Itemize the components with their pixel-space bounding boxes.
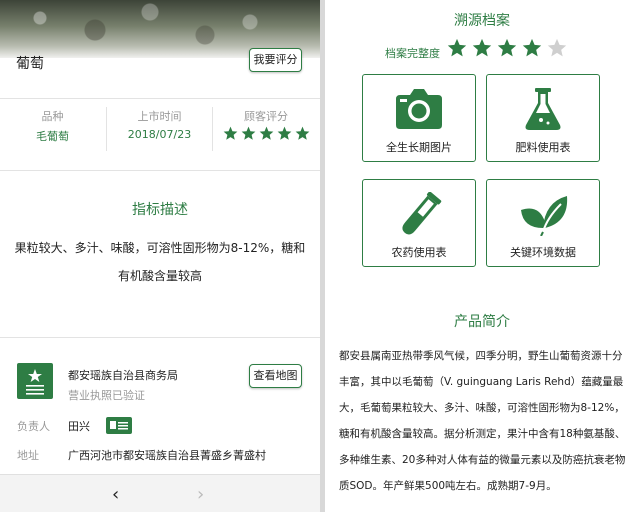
rating-info: 顾客评分: [212, 108, 320, 141]
back-arrow-icon[interactable]: ‹: [112, 484, 119, 505]
rate-button[interactable]: 我要评分: [249, 48, 302, 72]
indicator-title: 指标描述: [132, 202, 188, 218]
flask-icon: [525, 88, 561, 130]
variety-label: 品种: [41, 110, 64, 123]
view-map-button[interactable]: 查看地图: [249, 364, 302, 388]
owner-value: 田兴: [68, 420, 90, 433]
growth-photos-card[interactable]: 全生长期图片: [362, 74, 476, 162]
star-icon: [277, 126, 291, 140]
id-card-icon[interactable]: [106, 417, 132, 434]
address-label: 地址: [17, 449, 39, 462]
organization-name: 都安瑶族自治县商务局: [68, 369, 178, 382]
variety-info: 品种 毛葡萄: [0, 108, 105, 144]
launch-info: 上市时间 2018/07/23: [107, 108, 212, 141]
trace-archive-title: 溯源档案: [454, 13, 510, 29]
card-label: 农药使用表: [391, 246, 447, 259]
product-intro-title: 产品简介: [454, 314, 510, 330]
card-label: 关键环境数据: [510, 246, 576, 259]
indicator-description: 果粒较大、多汁、味酸，可溶性固形物为8-12%，糖和有机酸含量较高: [14, 241, 306, 283]
trace-archive-panel: 溯源档案 档案完整度 全生长期图片 肥料使用表 农药使用表 关键环境数据 产品简…: [325, 0, 639, 512]
leaves-icon: [521, 196, 568, 236]
divider: [0, 170, 320, 171]
launch-value: 2018/07/23: [127, 128, 192, 141]
card-label: 全生长期图片: [386, 141, 452, 154]
product-name: 葡萄: [16, 56, 44, 72]
star-icon: [547, 38, 567, 57]
star-icon: [241, 126, 255, 140]
star-icon: [259, 126, 273, 140]
owner-label: 负责人: [17, 420, 50, 433]
rating-label: 顾客评分: [244, 110, 288, 123]
star-icon: [223, 126, 237, 140]
card-label: 肥料使用表: [515, 141, 571, 154]
variety-value: 毛葡萄: [36, 130, 69, 143]
star-icon: [472, 38, 492, 57]
divider: [0, 337, 320, 338]
environment-data-card[interactable]: 关键环境数据: [486, 179, 600, 267]
star-icon: [447, 38, 467, 57]
camera-icon: [396, 89, 442, 129]
star-icon: [522, 38, 542, 57]
launch-label: 上市时间: [137, 110, 182, 123]
address-value: 广西河池市都安瑶族自治县菁盛乡菁盛村: [68, 449, 266, 462]
star-icon: [497, 38, 517, 57]
customer-rating-stars: [212, 126, 320, 141]
divider: [0, 98, 320, 99]
license-status: 营业执照已验证: [68, 389, 145, 402]
completeness-label: 档案完整度: [385, 47, 440, 60]
browser-nav-bar: ‹ ›: [0, 474, 320, 512]
product-intro-text: 都安县属南亚热带季风气候，四季分明，野生山葡萄资源十分丰富，其中以毛葡萄（V. …: [339, 350, 626, 492]
fertilizer-card[interactable]: 肥料使用表: [486, 74, 600, 162]
forward-arrow-icon[interactable]: ›: [197, 484, 204, 505]
test-tube-icon: [402, 192, 442, 235]
completeness-stars: [447, 38, 567, 58]
product-detail-panel: 葡萄 我要评分 品种 毛葡萄 上市时间 2018/07/23 顾客评分 指标描述…: [0, 0, 320, 512]
star-icon: [295, 126, 309, 140]
license-badge-icon: [17, 363, 53, 399]
pesticide-card[interactable]: 农药使用表: [362, 179, 476, 267]
